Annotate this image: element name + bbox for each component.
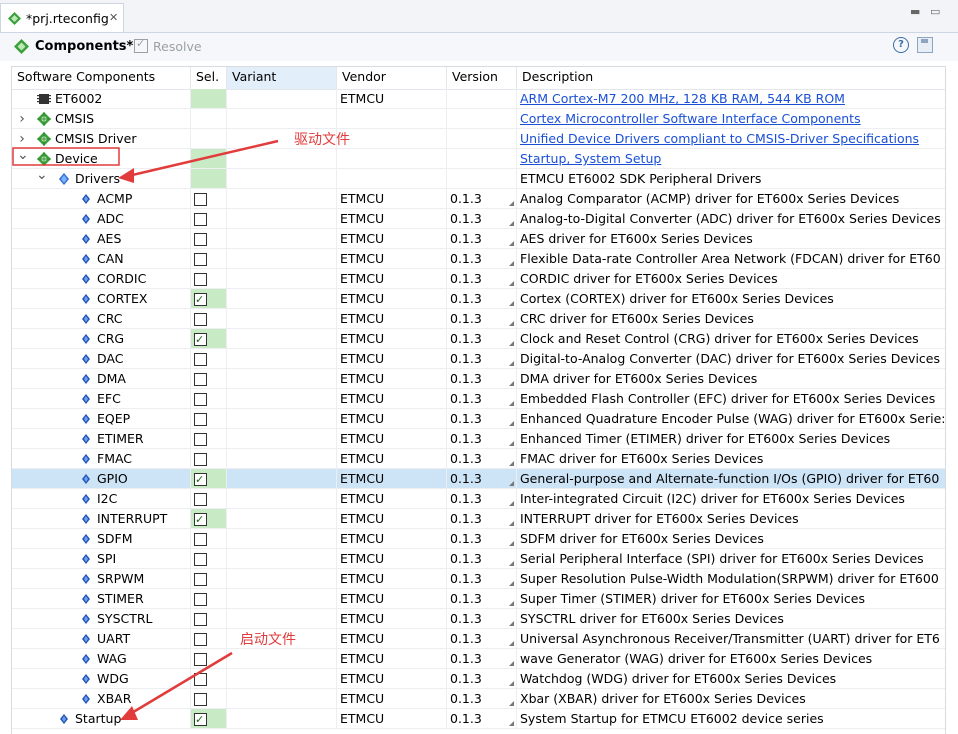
- drivers-arrow-line: [127, 139, 279, 178]
- annotation-arrows: [12, 139, 279, 720]
- startup-annotation-label: 启动文件: [240, 632, 296, 648]
- startup-arrow-head: [120, 706, 138, 720]
- device-highlight-box: [12, 147, 120, 166]
- drivers-arrow-head: [118, 168, 134, 183]
- startup-arrow-line: [129, 651, 233, 716]
- drivers-annotation-label: 驱动文件: [294, 132, 350, 148]
